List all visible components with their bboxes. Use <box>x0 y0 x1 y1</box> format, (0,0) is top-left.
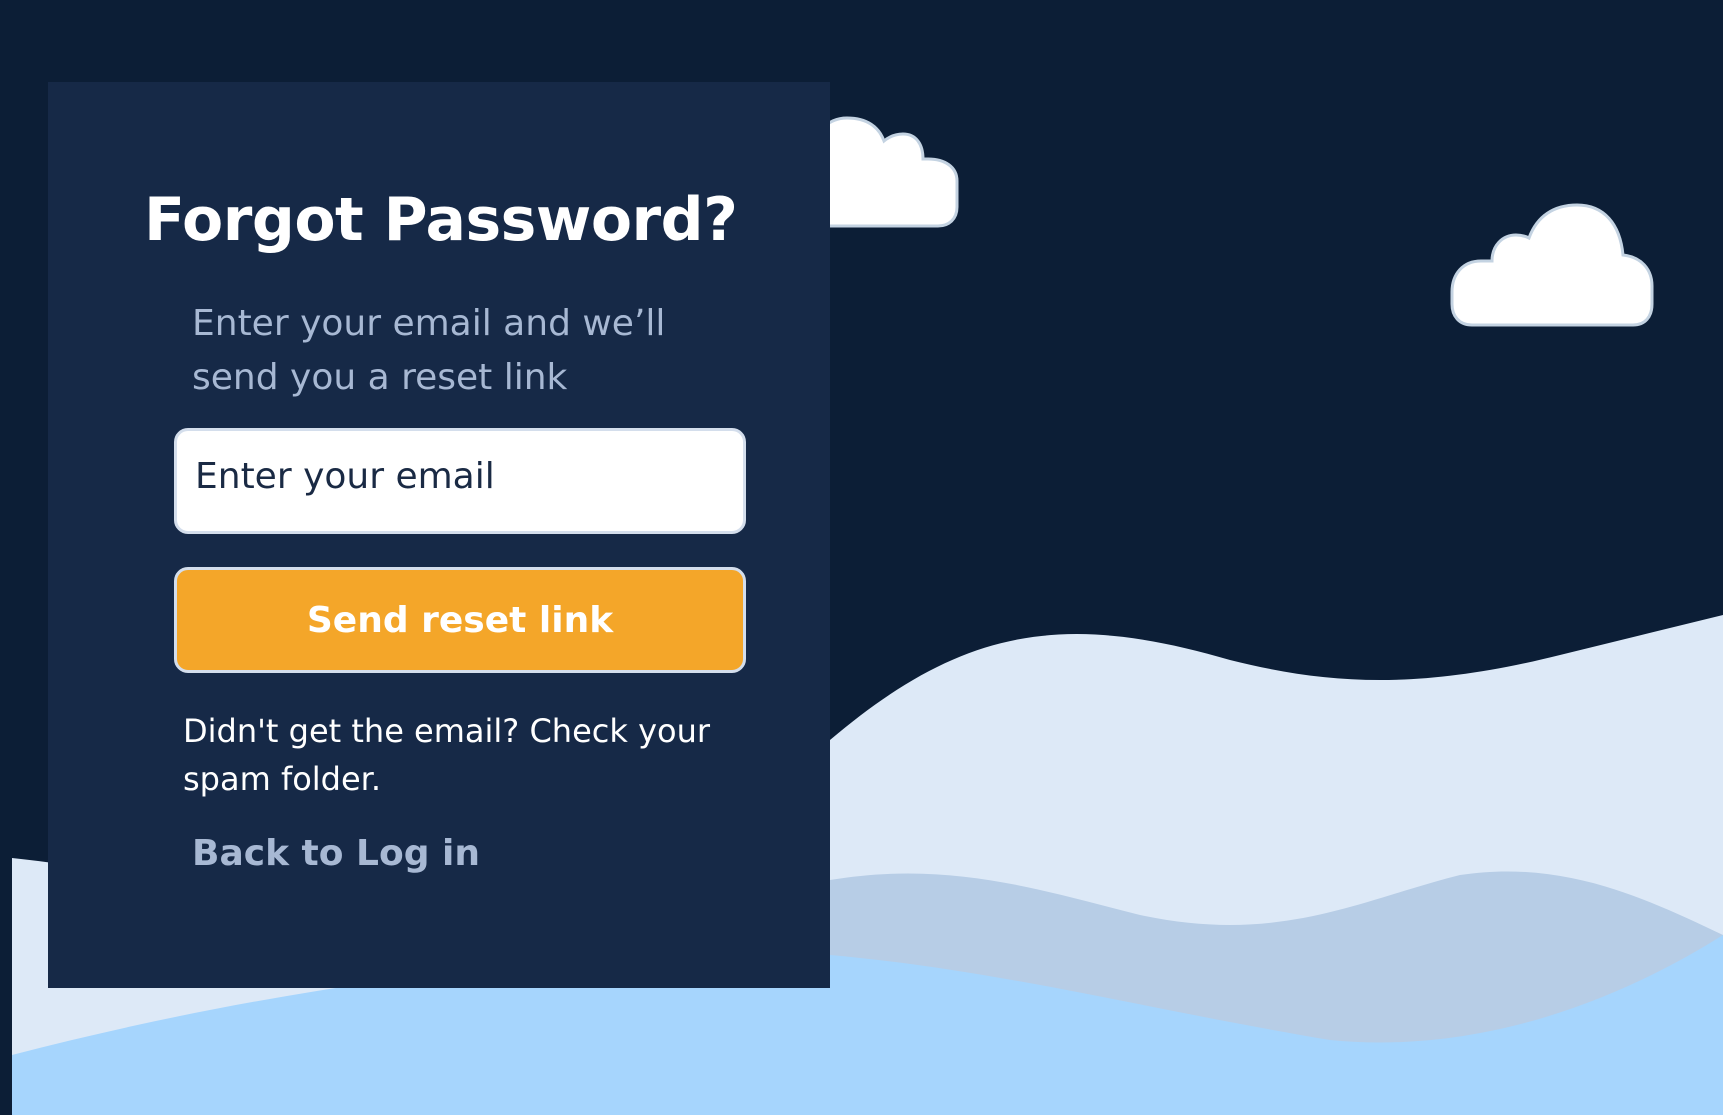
back-to-login-link[interactable]: Back to Log in <box>192 832 480 876</box>
cloud-icon <box>1450 203 1654 327</box>
page-title: Forgot Password? <box>144 185 738 255</box>
forgot-password-card: Forgot Password? Enter your email and we… <box>48 82 830 988</box>
spam-folder-hint: Didn't get the email? Check your spam fo… <box>183 712 711 798</box>
instructions-text: Enter your email and we’ll send you a re… <box>192 303 666 398</box>
send-reset-link-button[interactable]: Send reset link <box>174 567 746 673</box>
email-field[interactable] <box>174 428 746 534</box>
